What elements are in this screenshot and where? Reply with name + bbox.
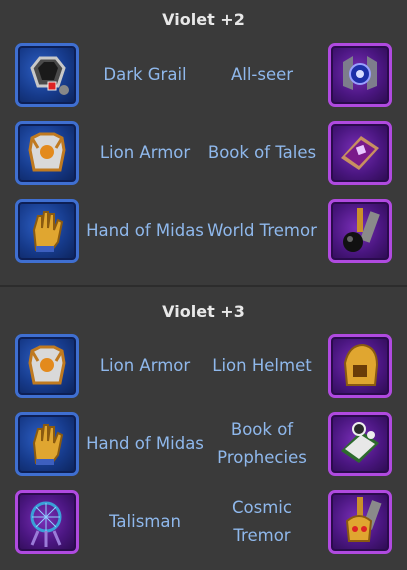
cosmic-tremor-icon[interactable] xyxy=(328,490,392,554)
item-name: Lion Armor xyxy=(99,356,191,375)
item-name: Hand of Midas xyxy=(86,434,204,453)
item-row: Talisman Cosmic Tremor xyxy=(0,488,407,556)
item-name: World Tremor xyxy=(207,221,317,240)
item-name: Lion Helmet xyxy=(212,356,312,375)
item-name: Hand of Midas xyxy=(86,221,204,240)
section-violet-plus-3: Violet +3 Lion Armor Lion Helmet Hand of… xyxy=(0,287,407,570)
item-row: Hand of Midas World Tremor xyxy=(0,197,407,265)
item-row: Lion Armor Lion Helmet xyxy=(0,332,407,400)
section-title: Violet +3 xyxy=(162,302,245,321)
book-of-prophecies-icon[interactable] xyxy=(328,412,392,476)
lion-helmet-icon[interactable] xyxy=(328,334,392,398)
item-name: Book of Prophecies xyxy=(217,420,307,467)
item-row: Lion Armor Book of Tales xyxy=(0,119,407,187)
section-violet-plus-2: Violet +2 Dark Grail All-seer Lion Armor… xyxy=(0,0,407,285)
item-name: All-seer xyxy=(230,65,294,84)
item-name: Book of Tales xyxy=(207,143,317,162)
section-title: Violet +2 xyxy=(162,10,245,29)
hand-of-midas-icon[interactable] xyxy=(15,412,79,476)
lion-armor-icon[interactable] xyxy=(15,121,79,185)
world-tremor-icon[interactable] xyxy=(328,199,392,263)
lion-armor-icon[interactable] xyxy=(15,334,79,398)
item-row: Dark Grail All-seer xyxy=(0,41,407,109)
all-seer-icon[interactable] xyxy=(328,43,392,107)
item-name: Talisman xyxy=(109,512,181,531)
hand-of-midas-icon[interactable] xyxy=(15,199,79,263)
talisman-icon[interactable] xyxy=(15,490,79,554)
item-name: Cosmic Tremor xyxy=(232,498,292,545)
item-name: Lion Armor xyxy=(99,143,191,162)
item-name: Dark Grail xyxy=(103,65,187,84)
item-row: Hand of Midas Book of Prophecies xyxy=(0,410,407,478)
book-of-tales-icon[interactable] xyxy=(328,121,392,185)
dark-grail-icon[interactable] xyxy=(15,43,79,107)
